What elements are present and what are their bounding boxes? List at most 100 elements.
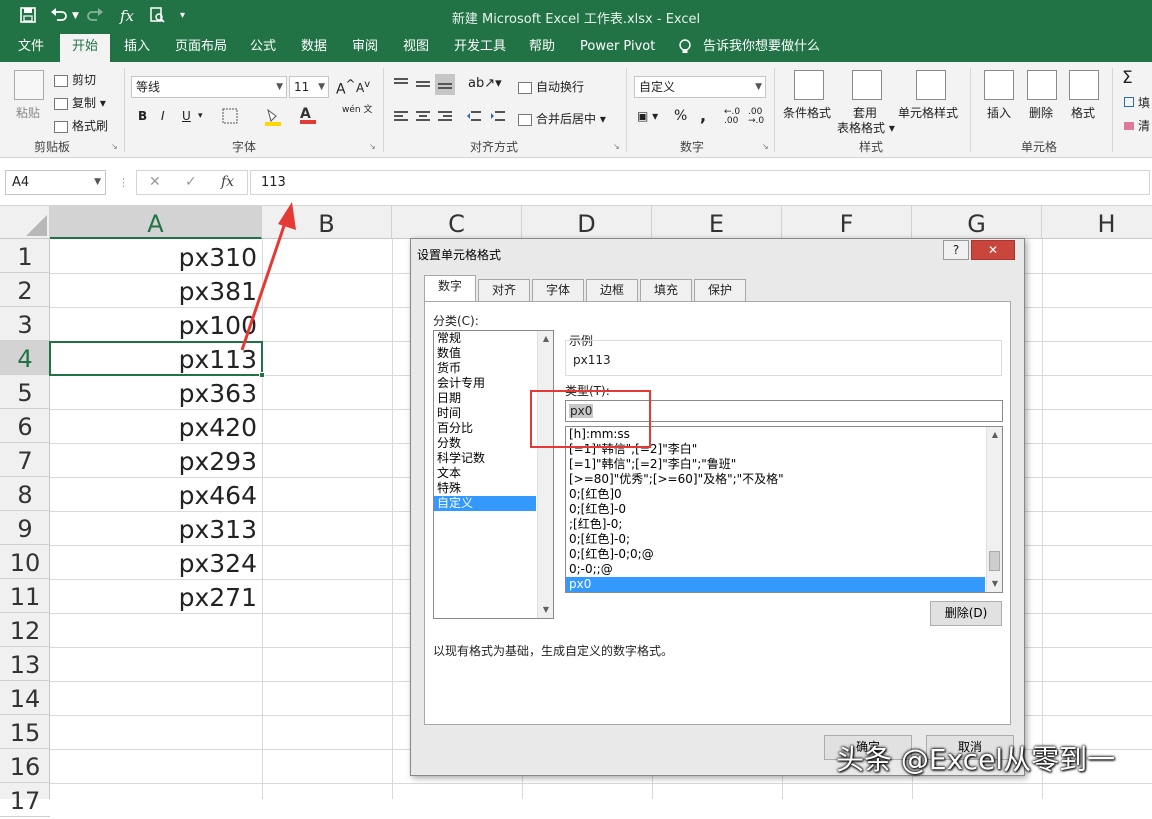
list-item[interactable]: 科学记数 xyxy=(434,451,553,466)
category-list[interactable]: 常规 数值 货币 会计专用 日期 时间 百分比 分数 科学记数 文本 特殊 自定… xyxy=(433,330,554,619)
row-header[interactable]: 13 xyxy=(0,647,50,681)
column-header[interactable]: H xyxy=(1042,206,1152,239)
cell-a8[interactable]: px464 xyxy=(51,477,261,511)
format-cells-button[interactable]: 格式 xyxy=(1071,104,1095,121)
row-header[interactable]: 4 xyxy=(0,341,50,375)
select-all-corner[interactable] xyxy=(0,206,50,239)
category-scrollbar[interactable]: ▲ ▼ xyxy=(537,331,553,618)
column-header[interactable]: D xyxy=(522,206,652,239)
fill-button[interactable]: 填 xyxy=(1124,94,1150,111)
autosum-button[interactable]: Σ xyxy=(1122,68,1133,88)
tab-file[interactable]: 文件 xyxy=(16,34,46,62)
dialog-tab-font[interactable]: 字体 xyxy=(532,279,584,301)
number-format-select[interactable]: 自定义 ▼ xyxy=(634,76,766,98)
border-icon[interactable] xyxy=(222,108,238,127)
list-item[interactable]: px0 xyxy=(566,577,985,592)
insert-cells-button[interactable]: 插入 xyxy=(987,104,1011,121)
cell-styles-icon[interactable] xyxy=(916,70,946,100)
align-top-icon[interactable] xyxy=(393,77,409,94)
row-header[interactable]: 6 xyxy=(0,409,50,443)
confirm-edit-icon[interactable]: ✓ xyxy=(185,174,197,190)
tab-power-pivot[interactable]: Power Pivot xyxy=(578,34,657,62)
increase-font-icon[interactable]: A^ xyxy=(336,77,355,98)
increase-indent-icon[interactable] xyxy=(490,109,506,126)
underline-button[interactable]: U xyxy=(182,109,191,123)
percent-button[interactable]: % xyxy=(674,108,687,124)
align-middle-icon[interactable] xyxy=(415,77,431,94)
list-item[interactable]: 特殊 xyxy=(434,481,553,496)
paste-icon[interactable] xyxy=(14,70,44,100)
tab-home[interactable]: 开始 xyxy=(60,34,111,62)
cell-styles-button[interactable]: 单元格样式 xyxy=(898,104,958,121)
list-item[interactable]: 数值 xyxy=(434,346,553,361)
cell-a3[interactable]: px100 xyxy=(51,307,261,341)
type-list[interactable]: [h]:mm:ss [=1]"韩信";[=2]"李白" [=1]"韩信";[=2… xyxy=(565,426,1003,593)
align-right-icon[interactable] xyxy=(437,109,453,126)
cell-a11[interactable]: px271 xyxy=(51,579,261,613)
increase-decimal-icon[interactable]: ←.0.00 xyxy=(724,108,740,126)
cell-a5[interactable]: px363 xyxy=(51,375,261,409)
underline-dropdown-icon[interactable]: ▾ xyxy=(198,111,203,121)
fill-handle[interactable] xyxy=(259,372,265,378)
fill-color-icon[interactable] xyxy=(264,108,284,129)
merge-center-button[interactable]: 合并后居中 ▾ xyxy=(518,110,606,127)
dialog-tab-alignment[interactable]: 对齐 xyxy=(478,279,530,301)
tab-review[interactable]: 审阅 xyxy=(350,34,380,62)
font-size-select[interactable]: 11 ▼ xyxy=(289,76,329,98)
cancel-edit-icon[interactable]: ✕ xyxy=(149,174,161,190)
cell-a9[interactable]: px313 xyxy=(51,511,261,545)
row-header[interactable]: 12 xyxy=(0,613,50,647)
orientation-icon[interactable]: ab↗▾ xyxy=(468,76,502,91)
italic-button[interactable]: I xyxy=(161,109,165,123)
row-header[interactable]: 17 xyxy=(0,783,50,817)
row-header[interactable]: 14 xyxy=(0,681,50,715)
format-as-table-icon[interactable] xyxy=(852,70,882,100)
list-item[interactable]: 会计专用 xyxy=(434,376,553,391)
tab-help[interactable]: 帮助 xyxy=(527,34,557,62)
align-bottom-icon[interactable] xyxy=(435,74,455,95)
phonetic-icon[interactable]: wén 文 xyxy=(342,106,372,115)
column-header[interactable]: E xyxy=(652,206,782,239)
copy-button[interactable]: 复制 ▾ xyxy=(54,94,106,111)
insert-function-icon[interactable]: fx xyxy=(221,174,234,190)
tab-page-layout[interactable]: 页面布局 xyxy=(173,34,229,62)
number-launcher-icon[interactable]: ↘ xyxy=(762,142,769,151)
column-header[interactable]: G xyxy=(912,206,1042,239)
currency-format-icon[interactable]: ▣ ▾ xyxy=(637,109,658,123)
row-header[interactable]: 3 xyxy=(0,307,50,341)
delete-cells-button[interactable]: 删除 xyxy=(1029,104,1053,121)
column-header[interactable]: F xyxy=(782,206,912,239)
cell-a1[interactable]: px310 xyxy=(51,239,261,273)
cut-button[interactable]: 剪切 xyxy=(54,71,96,88)
format-as-table-button[interactable]: 表格格式 ▾ xyxy=(837,119,895,136)
dialog-tab-number[interactable]: 数字 xyxy=(424,275,476,303)
formula-input[interactable]: 113 xyxy=(250,170,1150,195)
help-button[interactable]: ? xyxy=(943,240,969,260)
paste-button[interactable]: 粘贴 xyxy=(16,104,40,121)
list-item[interactable]: ;[红色]-0; xyxy=(566,517,1002,532)
font-launcher-icon[interactable]: ↘ xyxy=(369,142,376,151)
decrease-indent-icon[interactable] xyxy=(466,109,482,126)
font-color-icon[interactable]: A xyxy=(300,106,316,124)
row-header[interactable]: 5 xyxy=(0,375,50,409)
list-item[interactable]: 0;-0;;@ xyxy=(566,562,1002,577)
row-header[interactable]: 8 xyxy=(0,477,50,511)
decrease-font-icon[interactable]: Av xyxy=(356,79,370,95)
align-left-icon[interactable] xyxy=(393,109,409,126)
type-scrollbar[interactable]: ▲ ▼ xyxy=(986,427,1002,592)
dialog-tab-fill[interactable]: 填充 xyxy=(640,279,692,301)
lightbulb-icon[interactable] xyxy=(676,34,694,62)
clear-button[interactable]: 清 xyxy=(1124,117,1150,134)
conditional-format-icon[interactable] xyxy=(794,70,824,100)
list-item[interactable]: 0;[红色]-0 xyxy=(566,502,1002,517)
align-center-icon[interactable] xyxy=(415,109,431,126)
row-header[interactable]: 15 xyxy=(0,715,50,749)
row-header[interactable]: 1 xyxy=(0,239,50,273)
list-item[interactable]: [>=80]"优秀";[>=60]"及格";"不及格" xyxy=(566,472,1002,487)
cell-a2[interactable]: px381 xyxy=(51,273,261,307)
tab-formulas[interactable]: 公式 xyxy=(248,34,278,62)
row-header[interactable]: 11 xyxy=(0,579,50,613)
clipboard-launcher-icon[interactable]: ↘ xyxy=(111,142,118,151)
row-header[interactable]: 9 xyxy=(0,511,50,545)
close-button[interactable]: ✕ xyxy=(971,240,1015,260)
